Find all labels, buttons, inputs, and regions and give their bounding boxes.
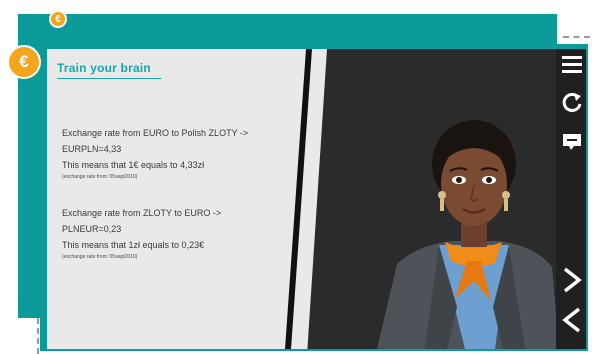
restart-button[interactable] <box>561 91 583 113</box>
rate-block-line: PLNEUR=0,23 <box>62 224 122 234</box>
rate-block-line: Exchange rate from ZLOTY to EURO -> <box>62 208 222 218</box>
menu-icon <box>562 56 582 73</box>
rate-block-line: This means that 1zł equals to 0,23€ <box>62 240 205 250</box>
previous-button[interactable] <box>561 307 583 333</box>
guide-dash-vertical <box>37 318 39 354</box>
previous-icon <box>562 307 581 333</box>
player-stage: Train your brain Exchange rate from EURO… <box>47 49 586 349</box>
rate-block-line: This means that 1€ equals to 4,33zł <box>62 160 205 170</box>
subtitles-icon <box>563 134 581 150</box>
player-toolbar <box>556 49 586 349</box>
rate-source: (exchange rate from: 05sept2019) <box>62 174 138 180</box>
euro-coin-icon: € <box>49 10 67 28</box>
rate-source: (exchange rate from: 05sept2019) <box>62 254 138 260</box>
rate-block-line: Exchange rate from EURO to Polish ZLOTY … <box>62 128 249 138</box>
panel-title-underline <box>57 78 161 79</box>
rate-block-pln-eur: Exchange rate from ZLOTY to EURO -> PLNE… <box>62 205 302 262</box>
panel-title: Train your brain <box>57 61 151 75</box>
rate-block-eur-pln: Exchange rate from EURO to Polish ZLOTY … <box>62 125 302 182</box>
guide-dash-horizontal <box>563 36 590 38</box>
next-button[interactable] <box>561 267 583 293</box>
menu-button[interactable] <box>561 53 583 75</box>
next-icon <box>563 267 582 293</box>
euro-coin-icon: € <box>7 45 41 79</box>
text-panel: Train your brain Exchange rate from EURO… <box>47 49 327 349</box>
restart-icon <box>562 92 582 112</box>
avatar-figure <box>377 120 559 349</box>
rate-block-line: EURPLN=4,33 <box>62 144 122 154</box>
subtitles-button[interactable] <box>561 131 583 153</box>
